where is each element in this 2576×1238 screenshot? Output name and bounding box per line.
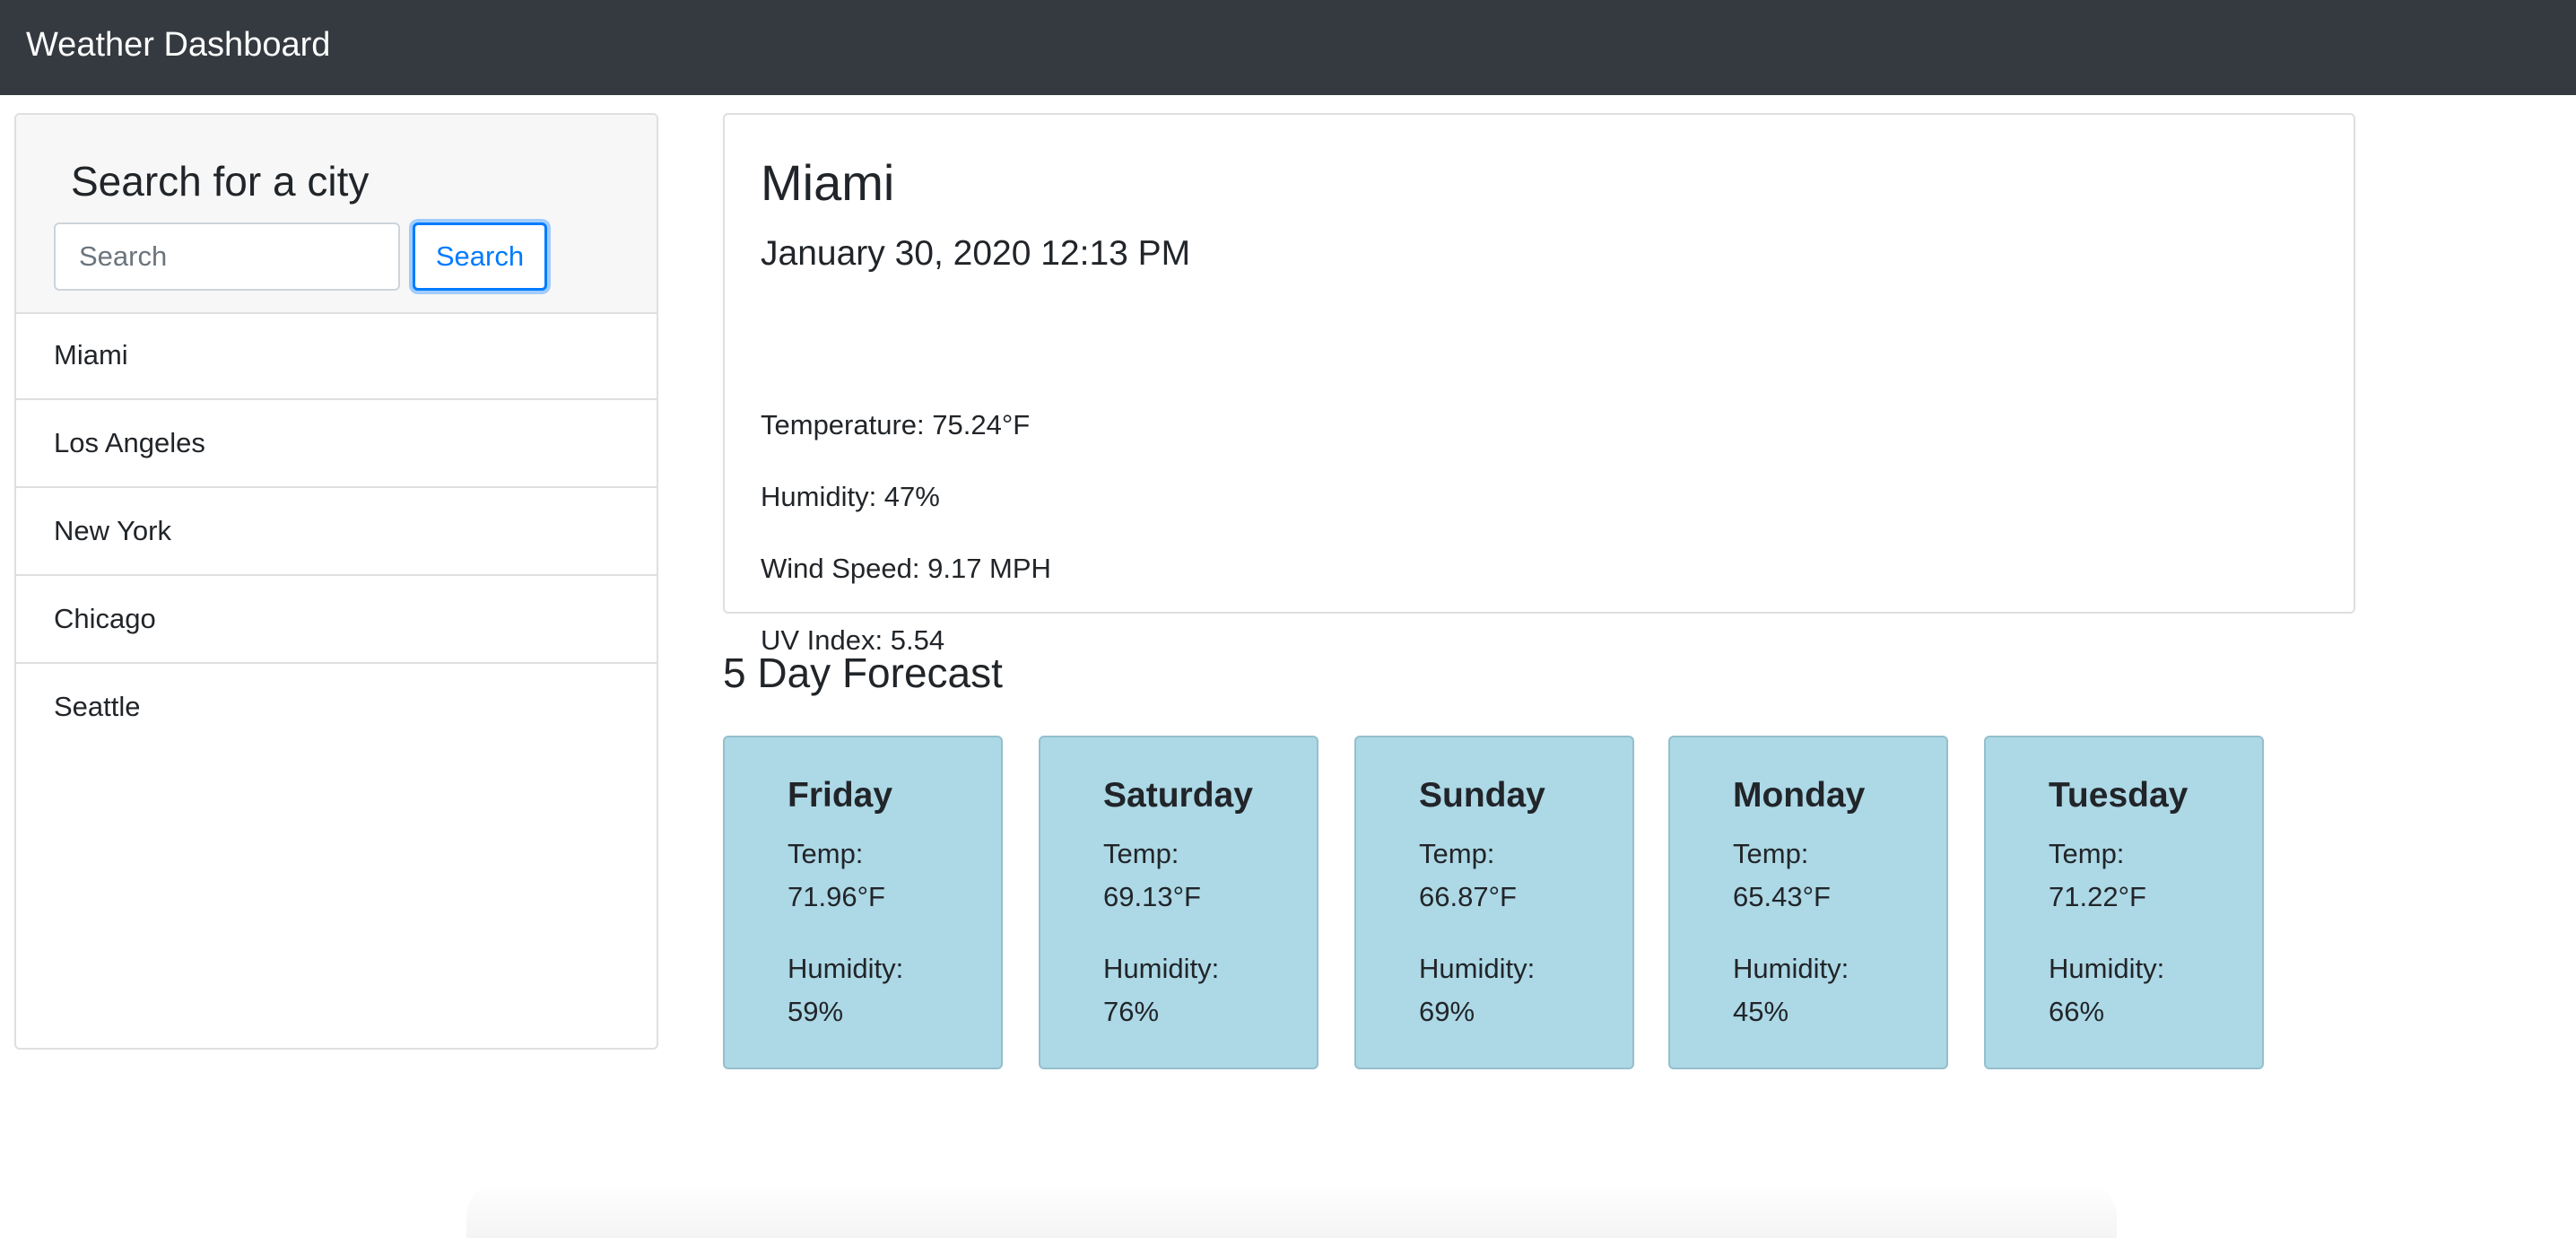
forecast-day: Friday [788,776,893,815]
forecast-card: Saturday Temp: 69.13°F Humidity: 76% [1039,736,1318,1069]
forecast-temp-label: Temp: [2049,838,2125,869]
forecast-card: Sunday Temp: 66.87°F Humidity: 69% [1354,736,1634,1069]
navbar-brand[interactable]: Weather Dashboard [26,23,330,66]
forecast-humidity-value: 76% [1103,996,1160,1027]
forecast-humidity-label: Humidity: [1419,953,1536,984]
forecast-humidity-label: Humidity: [2049,953,2165,984]
forecast-temp-value: 69.13°F [1103,881,1201,912]
forecast-card: Friday Temp: 71.96°F Humidity: 59% [723,736,1003,1069]
search-sidebar: Search for a city Search Miami Los Angel… [14,113,658,1050]
forecast-card: Tuesday Temp: 71.22°F Humidity: 66% [1984,736,2264,1069]
city-item-los-angeles[interactable]: Los Angeles [16,400,657,488]
current-temperature: Temperature: 75.24°F [761,409,1031,440]
forecast-temp-value: 65.43°F [1733,881,1831,912]
forecast-row: Friday Temp: 71.96°F Humidity: 59% Satur… [723,736,2266,1069]
current-date: January 30, 2020 12:13 PM [761,234,1191,273]
forecast-temp-label: Temp: [1419,838,1495,869]
current-weather-card: Miami January 30, 2020 12:13 PM Temperat… [723,113,2355,656]
navbar: Weather Dashboard [0,0,2576,95]
search-panel-header: Search for a city Search [16,115,657,314]
city-item-chicago[interactable]: Chicago [16,576,657,664]
forecast-temp-label: Temp: [1733,838,1809,869]
city-item-miami[interactable]: Miami [16,312,657,400]
current-city-name: Miami [761,154,895,211]
forecast-temp-value: 71.22°F [2049,881,2146,912]
forecast-temp-value: 66.87°F [1419,881,1517,912]
search-title: Search for a city [71,158,370,205]
forecast-humidity-value: 69% [1419,996,1475,1027]
city-item-new-york[interactable]: New York [16,488,657,576]
forecast-humidity-value: 66% [2049,996,2105,1027]
search-button[interactable]: Search [413,222,547,291]
forecast-temp-label: Temp: [1103,838,1179,869]
forecast-day: Monday [1733,776,1866,815]
forecast-day: Tuesday [2049,776,2189,815]
forecast-humidity-value: 59% [788,996,844,1027]
forecast-humidity-value: 45% [1733,996,1789,1027]
current-humidity: Humidity: 47% [761,481,940,512]
current-wind-speed: Wind Speed: 9.17 MPH [761,553,1051,584]
forecast-temp-value: 71.96°F [788,881,885,912]
forecast-title: 5 Day Forecast [723,650,1003,696]
forecast-temp-label: Temp: [788,838,864,869]
forecast-day: Saturday [1103,776,1253,815]
forecast-day: Sunday [1419,776,1545,815]
city-item-seattle[interactable]: Seattle [16,664,657,752]
forecast-card: Monday Temp: 65.43°F Humidity: 45% [1668,736,1948,1069]
forecast-humidity-label: Humidity: [788,953,904,984]
forecast-humidity-label: Humidity: [1103,953,1220,984]
city-search-input[interactable] [54,222,400,291]
bottom-shadow [466,1181,2117,1238]
forecast-humidity-label: Humidity: [1733,953,1849,984]
city-history-list: Miami Los Angeles New York Chicago Seatt… [16,312,657,752]
